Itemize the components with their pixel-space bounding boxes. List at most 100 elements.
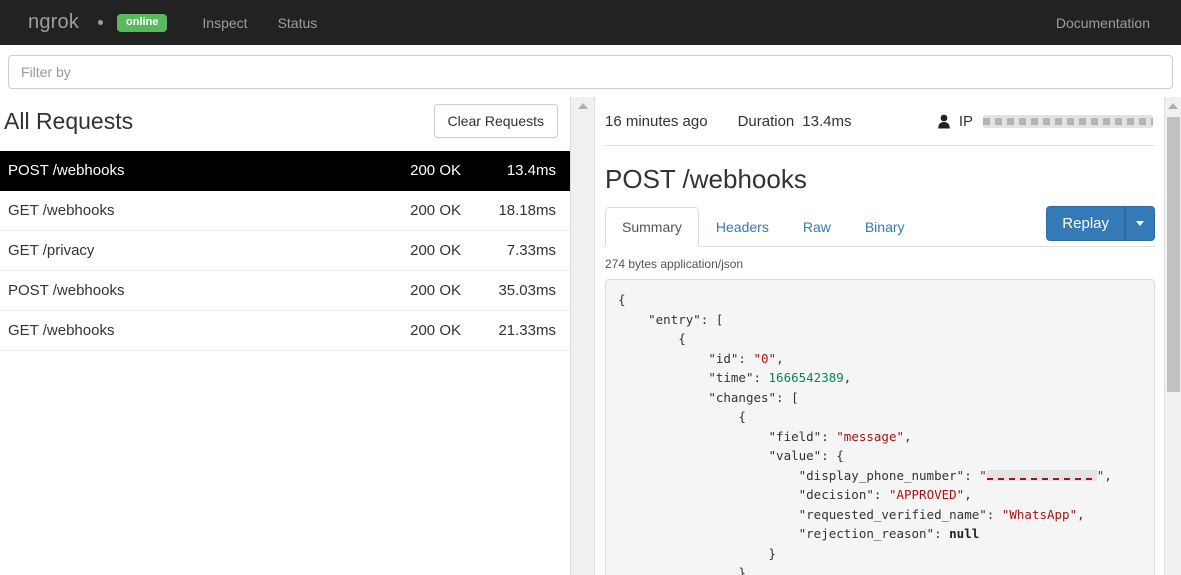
request-status: 200 OK	[410, 202, 461, 219]
json-token: :	[986, 506, 1002, 522]
table-row[interactable]: POST /webhooks 200 OK 13.4ms	[0, 151, 570, 191]
request-detail-panel: 16 minutes ago Duration 13.4ms IP POST /…	[595, 97, 1181, 575]
json-line: {	[618, 329, 1142, 349]
request-status: 200 OK	[410, 162, 461, 179]
json-token: "field"	[768, 428, 822, 444]
json-line: {	[618, 407, 1142, 427]
table-row[interactable]: POST /webhooks 200 OK 35.03ms	[0, 271, 570, 311]
json-token: :	[934, 526, 950, 541]
json-token: "	[979, 467, 987, 483]
json-token: ,	[843, 370, 852, 385]
request-path: GET /webhooks	[8, 322, 115, 339]
body-meta: 274 bytes application/json	[605, 257, 744, 271]
requests-header: All Requests Clear Requests	[0, 97, 570, 151]
json-token: "value"	[768, 448, 822, 463]
scroll-up-arrow-icon[interactable]	[1168, 103, 1178, 109]
json-line: "decision": "APPROVED",	[618, 485, 1142, 505]
separator-dot	[98, 20, 104, 25]
tab-binary[interactable]: Binary	[848, 207, 922, 247]
replay-dropdown-toggle[interactable]	[1125, 206, 1155, 241]
json-line: "requested_verified_name": "WhatsApp",	[618, 505, 1142, 525]
request-duration: 7.33ms	[506, 242, 556, 259]
tab-headers[interactable]: Headers	[699, 207, 786, 247]
request-path: GET /webhooks	[8, 202, 115, 219]
nav-item-inspect[interactable]: Inspect	[187, 15, 262, 31]
json-line: }	[618, 544, 1142, 564]
replay-button[interactable]: Replay	[1046, 206, 1125, 241]
json-token: "changes"	[708, 389, 777, 405]
replay-button-group: Replay	[1046, 206, 1155, 241]
json-token: "WhatsApp"	[1001, 506, 1078, 522]
json-token: "id"	[708, 350, 739, 366]
json-line: "value": {	[618, 446, 1142, 466]
scrollbar-thumb[interactable]	[1167, 117, 1180, 392]
json-token: }	[768, 545, 777, 561]
clear-requests-button[interactable]: Clear Requests	[433, 104, 558, 138]
request-duration: 21.33ms	[498, 322, 556, 339]
json-token: :	[738, 350, 754, 366]
request-duration: 35.03ms	[498, 282, 556, 299]
json-token: "entry"	[648, 311, 701, 327]
json-token: : {	[821, 448, 844, 463]
scroll-up-arrow-icon[interactable]	[577, 103, 588, 109]
chevron-down-icon	[1136, 221, 1144, 226]
panel-title: All Requests	[4, 107, 134, 134]
request-status: 200 OK	[410, 282, 461, 299]
table-row[interactable]: GET /privacy 200 OK 7.33ms	[0, 231, 570, 271]
tab-summary[interactable]: Summary	[605, 207, 699, 247]
ip-value-redacted	[983, 114, 1153, 128]
json-line: "entry": [	[618, 310, 1142, 330]
tab-raw[interactable]: Raw	[786, 207, 848, 247]
table-row[interactable]: GET /webhooks 200 OK 21.33ms	[0, 311, 570, 351]
duration-value: 13.4ms	[802, 112, 852, 130]
json-token: 1666542389	[768, 370, 844, 385]
pane-divider-scrollbar[interactable]	[570, 97, 595, 575]
duration-label: Duration	[737, 112, 795, 130]
json-token: :	[821, 428, 837, 444]
request-status: 200 OK	[410, 322, 461, 339]
person-icon	[937, 114, 951, 129]
nav-item-status[interactable]: Status	[263, 15, 333, 31]
request-path: POST /webhooks	[8, 162, 125, 179]
detail-title: POST /webhooks	[605, 164, 807, 194]
json-token: {	[618, 292, 626, 307]
request-duration: 13.4ms	[506, 162, 556, 179]
json-line: "id": "0",	[618, 349, 1142, 369]
nav-item-documentation[interactable]: Documentation	[1041, 15, 1165, 31]
json-line: "rejection_reason": null	[618, 524, 1142, 544]
json-token: {	[678, 331, 686, 346]
json-token: :	[964, 467, 980, 483]
redacted-value	[986, 469, 1097, 481]
json-token: "message"	[836, 428, 904, 444]
json-token: "display_phone_number"	[798, 467, 965, 483]
json-line: {	[618, 290, 1142, 310]
ngrok-logo[interactable]: ngrok	[16, 11, 94, 34]
json-token: "decision"	[798, 487, 874, 502]
filter-input[interactable]	[8, 55, 1173, 89]
json-token: ,	[964, 487, 972, 502]
request-path: GET /privacy	[8, 242, 95, 259]
json-token: {	[738, 409, 746, 424]
detail-scrollbar[interactable]	[1164, 97, 1181, 575]
table-row[interactable]: GET /webhooks 200 OK 18.18ms	[0, 191, 570, 231]
json-line: }	[618, 563, 1142, 575]
json-line: "field": "message",	[618, 427, 1142, 447]
request-path: POST /webhooks	[8, 282, 125, 299]
json-body-viewer: { "entry": [ { "id": "0", "time": 166654…	[605, 279, 1155, 575]
status-badge: online	[117, 13, 168, 32]
json-token: :	[873, 487, 889, 502]
json-token: "time"	[708, 370, 754, 385]
main-split: All Requests Clear Requests POST /webhoo…	[0, 97, 1181, 575]
json-token: "0"	[753, 350, 777, 366]
detail-meta-row: 16 minutes ago Duration 13.4ms IP	[603, 97, 1155, 146]
json-token: "APPROVED"	[888, 487, 965, 502]
